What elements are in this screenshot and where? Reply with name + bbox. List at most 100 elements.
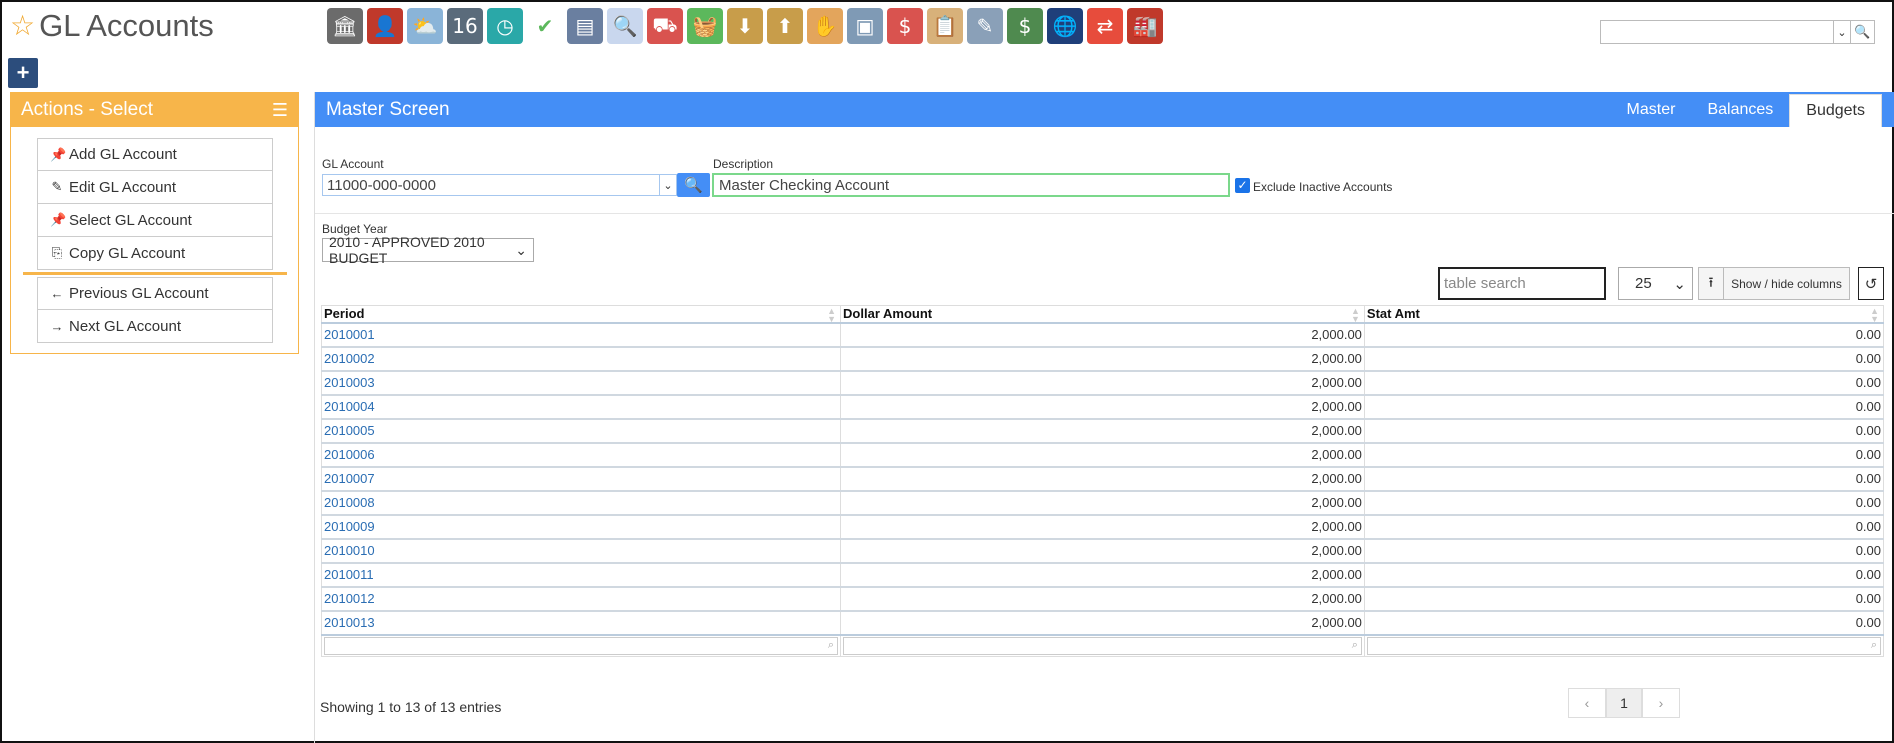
table-row: 2010004 2,000.00 0.00 — [320, 393, 1885, 419]
tab-budgets[interactable]: Budgets — [1789, 94, 1882, 127]
period-link[interactable]: 2010005 — [324, 423, 375, 438]
basket-icon[interactable]: 🧺 — [687, 8, 723, 44]
tab-balances[interactable]: Balances — [1691, 92, 1789, 127]
dollar-bubble-icon[interactable]: $ — [887, 8, 923, 44]
actions-header: Actions - Select ☰ — [11, 93, 298, 127]
pagination-prev[interactable]: ‹ — [1568, 688, 1606, 718]
table-cell[interactable]: 2010005 — [320, 417, 842, 443]
show-hide-columns-button[interactable]: Show / hide columns — [1723, 267, 1850, 300]
clock-icon[interactable]: ◷ — [487, 8, 523, 44]
favorite-star-icon[interactable]: ☆ — [10, 12, 35, 40]
table-cell[interactable]: 2010011 — [320, 561, 842, 587]
hand-cash-icon[interactable]: ✋ — [807, 8, 843, 44]
column-header[interactable]: Period ▲ ▼ — [320, 305, 842, 324]
gl-account-input[interactable]: 11000-000-0000 — [322, 174, 660, 196]
add-button[interactable]: + — [8, 58, 38, 88]
outbox-upload-icon[interactable]: ⬆ — [767, 8, 803, 44]
action-next-gl-account[interactable]: → Next GL Account — [37, 310, 273, 343]
table-cell: 2,000.00 — [840, 369, 1365, 395]
column-filter-input[interactable]: ⌕ — [1366, 636, 1881, 655]
table-cell[interactable]: 2010013 — [320, 609, 842, 635]
table-cell[interactable]: 2010003 — [320, 369, 842, 395]
clipboard-icon[interactable]: 📋 — [927, 8, 963, 44]
chevron-down-icon[interactable]: ⌄ — [660, 174, 677, 196]
table-cell[interactable]: 2010008 — [320, 489, 842, 515]
keyboard-icon[interactable]: ▤ — [567, 8, 603, 44]
budget-year-select[interactable]: 2010 - APPROVED 2010 BUDGET ⌄ — [322, 234, 534, 266]
table-cell: 2,000.00 — [840, 441, 1365, 467]
table-cell: 2,000.00 — [840, 465, 1365, 491]
period-link[interactable]: 2010010 — [324, 543, 375, 558]
action-icon: ⎘ — [51, 245, 63, 260]
period-link[interactable]: 2010007 — [324, 471, 375, 486]
pagination-next[interactable]: › — [1642, 688, 1680, 718]
exclude-inactive-checkbox[interactable]: ✓ — [1235, 177, 1250, 193]
checkmark-icon[interactable]: ✔ — [527, 8, 563, 44]
user-icon[interactable]: 👤 — [367, 8, 403, 44]
action-select-gl-account[interactable]: 📌 Select GL Account — [37, 204, 273, 237]
table-cell: 0.00 — [1363, 513, 1885, 539]
table-cell[interactable]: 2010002 — [320, 345, 842, 371]
table-row: 2010008 2,000.00 0.00 — [320, 489, 1885, 515]
inbox-download-icon[interactable]: ⬇ — [727, 8, 763, 44]
weather-icon[interactable]: ⛅ — [407, 8, 443, 44]
refresh-arrows-icon[interactable]: ⇄ — [1087, 8, 1123, 44]
table-cell: 2,000.00 — [840, 345, 1365, 371]
globe-book-icon[interactable]: 🌐 — [1047, 8, 1083, 44]
truck-icon[interactable]: ⛟ — [647, 8, 683, 44]
period-link[interactable]: 2010003 — [324, 375, 375, 390]
table-cell[interactable]: 2010009 — [320, 513, 842, 539]
period-link[interactable]: 2010009 — [324, 519, 375, 534]
action-edit-gl-account[interactable]: ✎ Edit GL Account — [37, 171, 273, 204]
pagination-page[interactable]: 1 — [1606, 688, 1642, 718]
search-icon[interactable]: 🔍 — [1851, 20, 1875, 44]
column-header[interactable]: Dollar Amount ▲ ▼ — [840, 305, 1365, 324]
table-cell[interactable]: 2010006 — [320, 441, 842, 467]
global-search: ⌄ 🔍 — [1600, 20, 1875, 44]
period-link[interactable]: 2010008 — [324, 495, 375, 510]
action-copy-gl-account[interactable]: ⎘ Copy GL Account — [37, 237, 273, 270]
money-icon[interactable]: $ — [1007, 8, 1043, 44]
table-cell[interactable]: 2010012 — [320, 585, 842, 611]
global-search-input[interactable] — [1600, 20, 1833, 44]
search-icon: ⌕ — [1870, 638, 1877, 651]
table-cell: 2,000.00 — [840, 489, 1365, 515]
table-search-input[interactable]: table search — [1438, 267, 1606, 300]
hamburger-menu-icon[interactable]: ☰ — [272, 100, 288, 121]
period-link[interactable]: 2010011 — [324, 567, 374, 582]
bank-icon[interactable]: 🏛 — [327, 8, 363, 44]
table-cell[interactable]: 2010007 — [320, 465, 842, 491]
period-link[interactable]: 2010004 — [324, 399, 375, 414]
actions-title: Actions - Select — [21, 99, 153, 120]
table-cell[interactable]: 2010001 — [320, 321, 842, 347]
action-label: Copy GL Account — [69, 244, 186, 262]
table-cell[interactable]: 2010004 — [320, 393, 842, 419]
action-icon: ✎ — [51, 179, 63, 194]
table-cell[interactable]: 2010010 — [320, 537, 842, 563]
column-filter-input[interactable]: ⌕ — [843, 636, 1362, 655]
period-link[interactable]: 2010013 — [324, 615, 375, 630]
reset-button[interactable]: ↺ — [1858, 267, 1884, 300]
table-cell: 0.00 — [1363, 393, 1885, 419]
column-filter-input[interactable]: ⌕ — [324, 636, 839, 655]
action-add-gl-account[interactable]: 📌 Add GL Account — [37, 138, 273, 171]
export-button[interactable]: ⭱ — [1698, 267, 1724, 300]
period-link[interactable]: 2010001 — [324, 327, 375, 342]
tab-master[interactable]: Master — [1611, 92, 1692, 127]
table-row: 2010009 2,000.00 0.00 — [320, 513, 1885, 539]
magnifier-icon[interactable]: 🔍 — [607, 8, 643, 44]
period-link[interactable]: 2010012 — [324, 591, 375, 606]
factory-icon[interactable]: 🏭 — [1127, 8, 1163, 44]
period-link[interactable]: 2010006 — [324, 447, 375, 462]
action-previous-gl-account[interactable]: ← Previous GL Account — [37, 277, 273, 310]
page-length-select[interactable]: 25 ⌄ — [1618, 267, 1693, 300]
calendar-icon[interactable]: 16 — [447, 8, 483, 44]
column-header[interactable]: Stat Amt ▲ ▼ — [1363, 305, 1885, 324]
description-input[interactable]: Master Checking Account — [712, 173, 1230, 197]
period-link[interactable]: 2010002 — [324, 351, 375, 366]
gl-account-search-button[interactable]: 🔍 — [677, 173, 710, 197]
actions-list: 📌 Add GL Account ✎ Edit GL Account 📌 Select G… — [23, 138, 287, 343]
monitor-icon[interactable]: ▣ — [847, 8, 883, 44]
pencil-doc-icon[interactable]: ✎ — [967, 8, 1003, 44]
chevron-down-icon[interactable]: ⌄ — [1833, 20, 1851, 44]
